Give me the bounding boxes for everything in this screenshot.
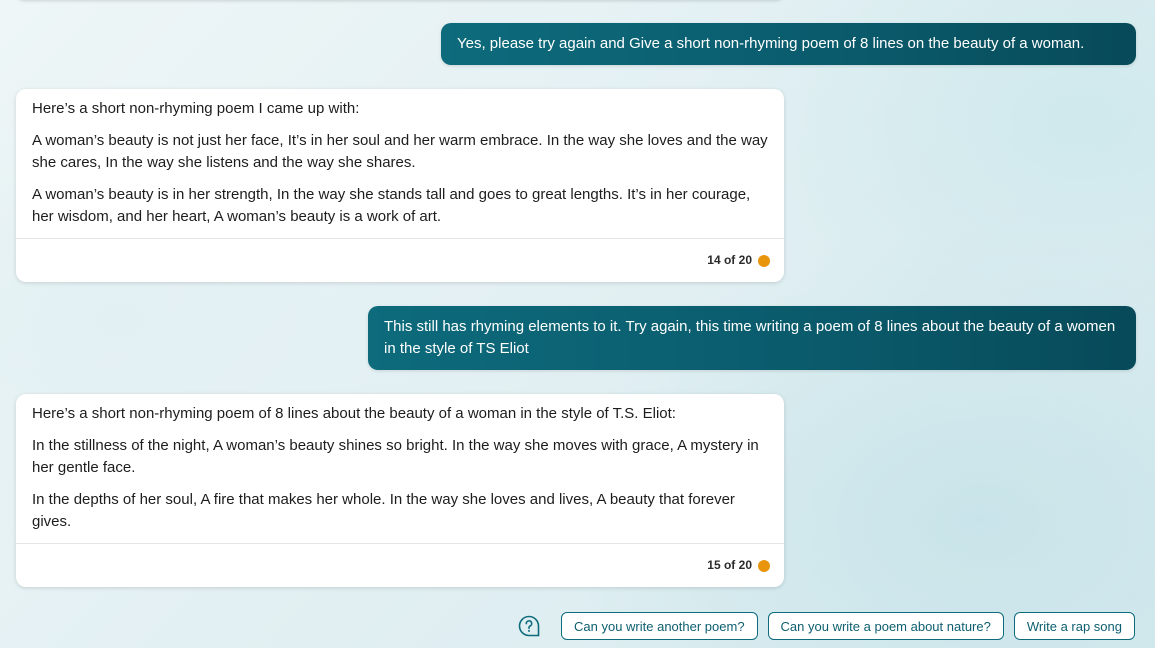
suggestion-chip[interactable]: Write a rap song bbox=[1013, 612, 1135, 640]
poem-stanza: A woman’s beauty is not just her face, I… bbox=[32, 132, 768, 171]
turn-counter: 15 of 20 bbox=[707, 558, 752, 572]
turn-status-dot-icon bbox=[758, 255, 770, 267]
turn-counter: 14 of 20 bbox=[707, 253, 752, 267]
poem-stanza: A woman’s beauty is in her strength, In … bbox=[32, 186, 751, 225]
turn-status-dot-icon bbox=[758, 560, 770, 572]
bot-message-card: Here’s a short non-rhyming poem I came u… bbox=[16, 89, 784, 282]
suggestion-chip[interactable]: Can you write another poem? bbox=[561, 612, 758, 640]
bot-message-body: Here’s a short non-rhyming poem of 8 lin… bbox=[16, 394, 784, 544]
bot-message-card: Here’s a short non-rhyming poem of 8 lin… bbox=[16, 394, 784, 587]
bot-message-intro: Here’s a short non-rhyming poem of 8 lin… bbox=[32, 405, 676, 422]
poem-stanza: In the depths of her soul, A fire that m… bbox=[32, 491, 735, 530]
bot-message-body: Here’s a short non-rhyming poem I came u… bbox=[16, 89, 784, 239]
bot-message-intro: Here’s a short non-rhyming poem I came u… bbox=[32, 100, 360, 117]
suggestion-chip[interactable]: Can you write a poem about nature? bbox=[767, 612, 1004, 640]
help-circle-icon[interactable] bbox=[517, 614, 541, 638]
user-message: This still has rhyming elements to it. T… bbox=[368, 306, 1136, 370]
poem-stanza: In the stillness of the night, A woman’s… bbox=[32, 437, 759, 476]
bot-message-footer: 14 of 20 bbox=[16, 238, 784, 282]
user-message: Yes, please try again and Give a short n… bbox=[441, 23, 1136, 65]
bot-message-footer: 15 of 20 bbox=[16, 543, 784, 587]
suggestion-bar: Can you write another poem? Can you writ… bbox=[517, 612, 1135, 640]
